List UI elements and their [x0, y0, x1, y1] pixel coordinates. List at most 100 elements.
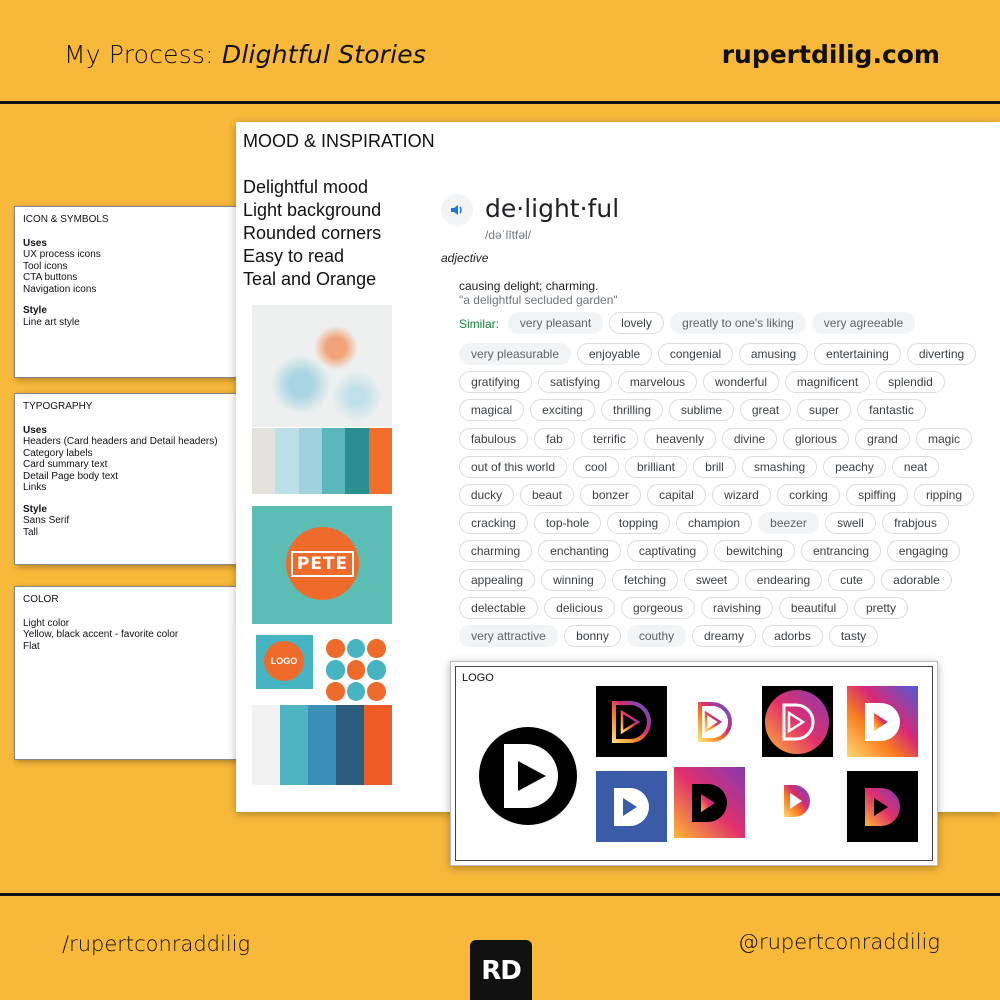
- synonym-chip[interactable]: exciting: [530, 399, 595, 422]
- synonym-chip[interactable]: appealing: [459, 568, 535, 591]
- synonym-chip[interactable]: delectable: [459, 596, 538, 619]
- synonym-chip[interactable]: fab: [534, 427, 575, 450]
- list-item: Detail Page body text: [23, 470, 119, 482]
- synonym-chip[interactable]: brilliant: [625, 455, 687, 478]
- list-item: CTA buttons: [23, 272, 78, 283]
- synonym-chip[interactable]: ripping: [914, 484, 974, 506]
- synonym-chip[interactable]: greatly to one's liking: [670, 312, 806, 334]
- synonym-chip[interactable]: ravishing: [701, 596, 773, 619]
- synonym-chip[interactable]: fantastic: [857, 399, 926, 422]
- synonym-chip[interactable]: beautiful: [779, 596, 848, 619]
- list-item: Easy to read: [243, 246, 345, 266]
- synonym-chip[interactable]: amusing: [739, 343, 808, 365]
- synonym-chip[interactable]: ducky: [459, 484, 514, 506]
- color-swatch: [280, 705, 308, 785]
- synonym-chip[interactable]: super: [797, 399, 851, 422]
- color-swatch: [321, 428, 346, 494]
- synonym-chip[interactable]: beaut: [520, 484, 574, 506]
- synonym-chip[interactable]: pretty: [854, 596, 908, 619]
- part-of-speech: adjective: [441, 251, 489, 265]
- synonym-chip[interactable]: splendid: [876, 371, 945, 394]
- synonym-chip[interactable]: out of this world: [459, 455, 567, 478]
- synonym-chip[interactable]: glorious: [783, 427, 849, 450]
- synonym-chip[interactable]: entertaining: [814, 343, 901, 365]
- synonym-chip[interactable]: diverting: [907, 343, 976, 365]
- synonym-chip[interactable]: heavenly: [644, 427, 716, 450]
- page-title: My Process: Dlightful Stories: [64, 40, 426, 69]
- synonym-chip[interactable]: very attractive: [459, 625, 558, 647]
- synonym-chip[interactable]: endearing: [745, 568, 822, 591]
- synonym-chip[interactable]: very pleasurable: [459, 343, 571, 365]
- card-title: TYPOGRAPHY: [23, 401, 93, 412]
- synonym-chip[interactable]: satisfying: [538, 371, 612, 394]
- synonym-chip[interactable]: great: [740, 399, 791, 422]
- synonym-chip[interactable]: magical: [459, 399, 524, 422]
- synonym-chip[interactable]: sublime: [669, 399, 734, 422]
- synonym-chip[interactable]: congenial: [658, 343, 733, 365]
- synonym-chip[interactable]: fetching: [612, 568, 678, 591]
- footer-handle-left[interactable]: /rupertconraddilig: [62, 932, 250, 956]
- synonym-chip[interactable]: winning: [541, 568, 606, 591]
- synonym-chip[interactable]: bewitching: [714, 540, 795, 563]
- synonym-chip[interactable]: spiffing: [846, 484, 908, 506]
- synonym-chip[interactable]: champion: [676, 512, 752, 535]
- synonym-chip[interactable]: topping: [607, 512, 670, 535]
- synonym-chip[interactable]: top-hole: [534, 512, 601, 535]
- logo-sample-image: LOGO: [256, 635, 313, 689]
- synonym-chip[interactable]: gratifying: [459, 371, 532, 394]
- synonym-chip[interactable]: smashing: [742, 455, 817, 478]
- synonym-chip[interactable]: beezer: [758, 512, 819, 535]
- speaker-icon[interactable]: [441, 194, 473, 226]
- synonym-chip[interactable]: capital: [647, 484, 706, 506]
- synonym-chip[interactable]: adorable: [881, 568, 952, 591]
- synonym-chip[interactable]: corking: [777, 484, 840, 506]
- synonym-chip[interactable]: bonzer: [580, 484, 641, 506]
- synonym-chip[interactable]: dreamy: [692, 625, 756, 647]
- synonym-chip[interactable]: thrilling: [601, 399, 663, 422]
- synonym-chip[interactable]: magic: [916, 427, 972, 450]
- list-item: Flat: [23, 640, 40, 652]
- circle-d-logo-icon: [762, 686, 833, 757]
- synonym-chip[interactable]: cute: [828, 568, 875, 591]
- list-item: Category labels: [23, 447, 93, 459]
- synonym-chip[interactable]: terrific: [581, 427, 638, 450]
- synonym-chip[interactable]: very pleasant: [508, 312, 603, 334]
- synonym-chip[interactable]: entrancing: [801, 540, 881, 563]
- synonym-chip[interactable]: enchanting: [538, 540, 621, 563]
- synonym-chip[interactable]: tasty: [829, 625, 878, 647]
- footer-handle-right[interactable]: @rupertconraddilig: [738, 930, 940, 954]
- site-url[interactable]: rupertdilig.com: [722, 40, 940, 69]
- synonym-chip[interactable]: delicious: [544, 596, 615, 619]
- example-sentence: "a delightful secluded garden": [459, 293, 618, 307]
- synonym-chip[interactable]: lovely: [609, 312, 664, 334]
- synonym-chip[interactable]: neat: [892, 455, 939, 478]
- uses-label: Uses: [23, 424, 47, 436]
- synonym-chip[interactable]: swell: [825, 512, 876, 535]
- synonym-chip[interactable]: peachy: [823, 455, 886, 478]
- synonym-chip[interactable]: gorgeous: [621, 596, 695, 619]
- synonym-chip[interactable]: frabjous: [882, 512, 949, 535]
- synonym-chip[interactable]: grand: [855, 427, 910, 450]
- synonym-chip[interactable]: sweet: [684, 568, 739, 591]
- synonym-chip[interactable]: engaging: [887, 540, 960, 563]
- synonym-chip[interactable]: enjoyable: [577, 343, 652, 365]
- synonym-chip[interactable]: cracking: [459, 512, 528, 535]
- synonym-chip[interactable]: marvelous: [618, 371, 697, 394]
- synonym-chip[interactable]: brill: [693, 455, 736, 478]
- synonym-chip[interactable]: captivating: [627, 540, 708, 563]
- synonym-chip[interactable]: couthy: [627, 625, 686, 647]
- list-item: Card summary text: [23, 459, 108, 470]
- synonym-chip[interactable]: bonny: [564, 625, 621, 647]
- synonym-chip[interactable]: cool: [573, 455, 619, 478]
- synonym-chip[interactable]: magnificent: [785, 371, 870, 394]
- list-item: Light background: [243, 200, 382, 220]
- title-prefix: My Process:: [64, 40, 222, 69]
- synonym-chip[interactable]: charming: [459, 540, 532, 563]
- camera-logo-icon: PETE: [286, 527, 359, 600]
- synonym-chip[interactable]: fabulous: [459, 427, 528, 450]
- synonym-chip[interactable]: divine: [722, 427, 777, 450]
- synonym-chip[interactable]: adorbs: [762, 625, 823, 647]
- synonym-chip[interactable]: wonderful: [703, 371, 779, 394]
- synonym-chip[interactable]: wizard: [712, 484, 771, 506]
- synonym-chip[interactable]: very agreeable: [812, 312, 915, 334]
